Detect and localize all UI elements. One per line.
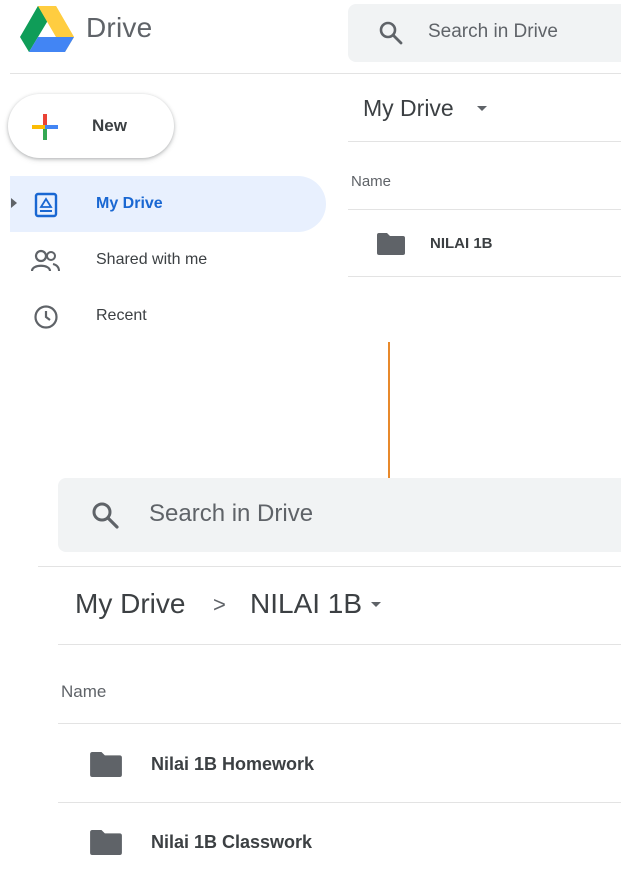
divider: [58, 802, 621, 803]
drive-logo-icon: [20, 6, 74, 52]
column-header-name[interactable]: Name: [61, 682, 106, 702]
people-icon: [30, 248, 60, 274]
search-icon[interactable]: [378, 20, 404, 46]
new-button-label: New: [92, 116, 127, 135]
sidebar-item-shared-with-me[interactable]: Shared with me: [96, 251, 207, 269]
divider: [58, 644, 621, 645]
folder-icon: [90, 830, 122, 855]
expand-arrow-icon[interactable]: [11, 198, 17, 208]
clock-icon: [33, 304, 59, 330]
search-bar[interactable]: Search in Drive: [348, 4, 621, 62]
divider: [348, 141, 621, 142]
folder-icon: [377, 233, 405, 255]
caret-down-icon[interactable]: [371, 602, 381, 607]
folder-icon: [90, 752, 122, 777]
location-title[interactable]: My Drive: [363, 95, 454, 122]
search-input[interactable]: Search in Drive: [149, 500, 313, 528]
sidebar-item-recent[interactable]: Recent: [96, 307, 147, 325]
divider: [348, 209, 621, 210]
app-title: Drive: [86, 12, 153, 43]
divider: [348, 276, 621, 277]
breadcrumb-nilai-1b[interactable]: NILAI 1B: [250, 588, 362, 620]
divider: [58, 723, 621, 724]
breadcrumb-my-drive[interactable]: My Drive: [75, 588, 185, 620]
breadcrumb-separator: >: [213, 592, 226, 617]
my-drive-icon: [33, 192, 59, 218]
search-bar[interactable]: Search in Drive: [58, 478, 621, 552]
divider: [38, 566, 621, 567]
list-item[interactable]: Nilai 1B Classwork: [151, 832, 312, 853]
caret-down-icon[interactable]: [477, 106, 487, 111]
column-header-name[interactable]: Name: [351, 173, 391, 190]
new-button[interactable]: New: [8, 94, 174, 158]
search-icon[interactable]: [90, 500, 120, 530]
plus-icon: [30, 112, 60, 142]
list-item[interactable]: NILAI 1B: [430, 235, 493, 252]
sidebar-item-label: My Drive: [96, 195, 163, 212]
search-input[interactable]: Search in Drive: [428, 21, 558, 43]
header-divider: [10, 73, 621, 74]
list-item[interactable]: Nilai 1B Homework: [151, 754, 314, 775]
